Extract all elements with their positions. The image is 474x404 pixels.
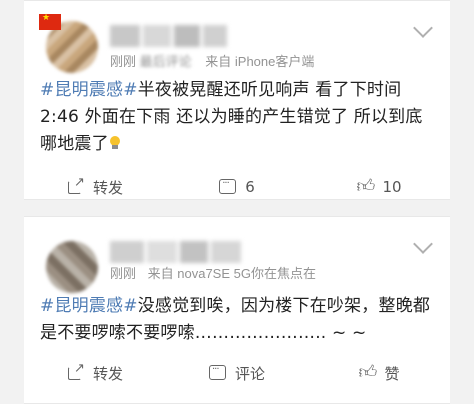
post-meta: 刚刚 最后评论 来自 iPhone客户端 bbox=[110, 51, 314, 70]
action-bar: 转发 6 👍︎ 10 bbox=[24, 173, 450, 201]
username-blurred[interactable] bbox=[110, 25, 227, 47]
comment-count: 6 bbox=[245, 178, 255, 196]
like-label: 赞 bbox=[384, 364, 400, 383]
thumbs-up-icon: 👍︎ bbox=[356, 176, 376, 197]
post-time: 刚刚 bbox=[110, 54, 137, 69]
username-blurred[interactable] bbox=[110, 241, 241, 263]
action-bar: 转发 评论 👍︎ 赞 bbox=[24, 359, 450, 387]
post-meta: 刚刚 来自 nova7SE 5G你在焦点在 bbox=[110, 263, 316, 282]
post-text: #昆明震感#没感觉到唉，因为楼下在吵架，整晚都是不要啰嗦不要啰嗦………………….… bbox=[40, 293, 436, 347]
weibo-post-1[interactable]: 刚刚 最后评论 来自 iPhone客户端 #昆明震感#半夜被晃醒还听见响声 看了… bbox=[24, 0, 450, 200]
like-button[interactable]: 👍︎ 10 bbox=[308, 173, 450, 201]
repost-label: 转发 bbox=[92, 364, 123, 383]
hashtag-link[interactable]: #昆明震感# bbox=[40, 80, 138, 100]
avatar[interactable] bbox=[46, 241, 98, 293]
repost-label: 转发 bbox=[92, 178, 123, 197]
post-time: 刚刚 bbox=[110, 266, 137, 281]
repost-button[interactable]: 转发 bbox=[24, 359, 166, 387]
chevron-down-icon[interactable] bbox=[413, 234, 433, 254]
repost-icon bbox=[67, 175, 85, 196]
repost-icon bbox=[67, 361, 85, 382]
post-source: 来自 iPhone客户端 bbox=[205, 54, 315, 69]
comment-button[interactable]: 6 bbox=[166, 173, 308, 201]
comment-icon bbox=[208, 364, 227, 382]
chevron-down-icon[interactable] bbox=[413, 18, 433, 38]
weibo-post-2[interactable]: 刚刚 来自 nova7SE 5G你在焦点在 #昆明震感#没感觉到唉，因为楼下在吵… bbox=[24, 216, 450, 404]
china-flag-icon bbox=[39, 13, 61, 30]
post-meta-hint: 最后评论 bbox=[139, 54, 192, 69]
post-source: 来自 nova7SE 5G你在焦点在 bbox=[147, 266, 316, 281]
like-count: 10 bbox=[382, 178, 402, 196]
comment-label: 评论 bbox=[234, 364, 265, 383]
thumbs-up-icon: 👍︎ bbox=[358, 362, 378, 383]
comment-icon bbox=[219, 178, 237, 196]
lightbulb-icon bbox=[109, 136, 121, 150]
hashtag-link[interactable]: #昆明震感# bbox=[40, 296, 138, 316]
post-text: #昆明震感#半夜被晃醒还听见响声 看了下时间2:46 外面在下雨 还以为睡的产生… bbox=[40, 77, 436, 158]
repost-button[interactable]: 转发 bbox=[24, 173, 166, 201]
comment-button[interactable]: 评论 bbox=[166, 359, 308, 387]
like-button[interactable]: 👍︎ 赞 bbox=[308, 359, 450, 387]
